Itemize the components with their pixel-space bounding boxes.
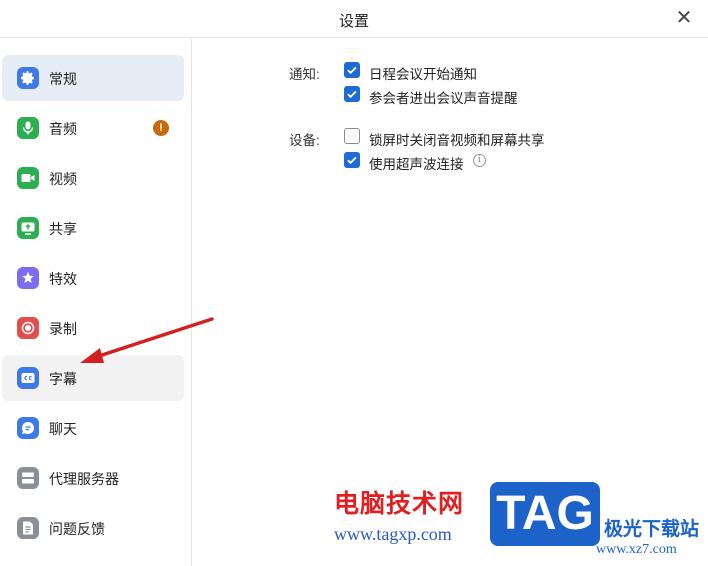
sidebar-item-captions[interactable]: 字幕 — [2, 355, 184, 401]
settings-sidebar: 常规 音频 ! 视频 共享 特效 录制 字幕 聊天 代理服务器 问题反馈 — [0, 39, 192, 566]
sidebar-item-effects[interactable]: 特效 — [2, 255, 184, 301]
video-camera-icon — [17, 167, 39, 189]
participant-sound-label: 参会者进出会议声音提醒 — [369, 91, 518, 106]
sidebar-item-feedback[interactable]: 问题反馈 — [2, 505, 184, 551]
info-icon[interactable]: i — [473, 154, 486, 167]
chat-bubble-icon — [17, 417, 39, 439]
record-icon — [17, 317, 39, 339]
lock-screen-label: 锁屏时关闭音视频和屏幕共享 — [369, 133, 545, 148]
sidebar-item-label: 特效 — [49, 271, 77, 287]
sparkle-icon — [17, 267, 39, 289]
watermark-site-name: 电脑技术网 — [334, 490, 465, 518]
sidebar-item-share[interactable]: 共享 — [2, 205, 184, 251]
sidebar-item-proxy-server[interactable]: 代理服务器 — [2, 455, 184, 501]
sidebar-item-label: 问题反馈 — [49, 521, 105, 537]
ultrasonic-label: 使用超声波连接 — [369, 157, 464, 172]
closed-caption-icon — [17, 367, 39, 389]
sidebar-item-recording[interactable]: 录制 — [2, 305, 184, 351]
settings-window: 设置 ✕ 常规 音频 ! 视频 共享 特效 录制 字幕 聊天 代理服务器 问题反… — [0, 0, 708, 566]
sidebar-item-chat[interactable]: 聊天 — [2, 405, 184, 451]
watermark-site-url: www.tagxp.com — [334, 524, 452, 544]
sidebar-item-label: 录制 — [49, 321, 77, 337]
sidebar-item-label: 代理服务器 — [49, 471, 119, 487]
device-section-label: 设备: — [289, 133, 320, 148]
notify-section-label: 通知: — [289, 67, 320, 82]
alert-icon: ! — [153, 120, 169, 136]
feedback-icon — [17, 517, 39, 539]
watermark-partner-url: www.xz7.com — [596, 542, 677, 557]
server-icon — [17, 467, 39, 489]
sidebar-item-label: 字幕 — [49, 371, 77, 387]
watermark-partner-name: 极光下载站 — [604, 519, 700, 540]
sidebar-item-label: 聊天 — [49, 421, 77, 437]
watermark-logo-text: TAG — [496, 487, 594, 540]
title-bar: 设置 ✕ — [0, 0, 708, 38]
sidebar-item-audio[interactable]: 音频 ! — [2, 105, 184, 151]
watermark-logo: TAG — [490, 482, 600, 546]
schedule-notify-checkbox[interactable] — [344, 62, 360, 78]
close-icon[interactable]: ✕ — [674, 8, 694, 28]
sidebar-item-label: 共享 — [49, 221, 77, 237]
schedule-notify-label: 日程会议开始通知 — [369, 67, 477, 82]
lock-screen-checkbox[interactable] — [344, 128, 360, 144]
sidebar-item-general[interactable]: 常规 — [2, 55, 184, 101]
gear-icon — [17, 67, 39, 89]
sidebar-item-label: 常规 — [49, 71, 77, 87]
participant-sound-checkbox[interactable] — [344, 86, 360, 102]
sidebar-item-label: 音频 — [49, 121, 77, 137]
sidebar-item-label: 视频 — [49, 171, 77, 187]
ultrasonic-checkbox[interactable] — [344, 152, 360, 168]
microphone-icon — [17, 117, 39, 139]
sidebar-item-video[interactable]: 视频 — [2, 155, 184, 201]
screen-share-icon — [17, 217, 39, 239]
window-title: 设置 — [338, 13, 369, 30]
